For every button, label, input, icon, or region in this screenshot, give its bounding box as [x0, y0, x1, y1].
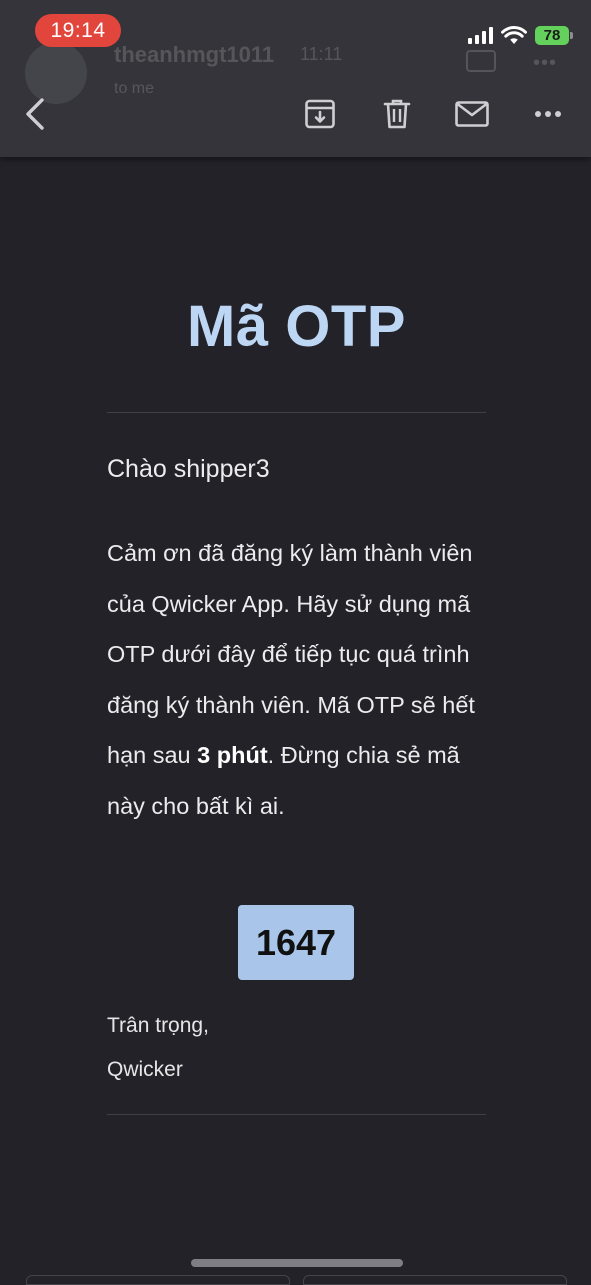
divider: [107, 412, 486, 413]
sent-time: 11:11: [300, 44, 343, 64]
divider: [107, 1114, 486, 1115]
signature: Qwicker: [107, 1058, 183, 1081]
wifi-icon: [501, 25, 527, 44]
expiry-duration: 3 phút: [197, 742, 268, 768]
otp-code: 1647: [238, 905, 354, 980]
more-options-button[interactable]: [526, 92, 570, 136]
mail-icon: [455, 101, 489, 127]
mark-unread-button[interactable]: [450, 92, 494, 136]
trash-icon: [383, 99, 411, 129]
email-title: Mã OTP: [187, 294, 406, 359]
battery-icon: 78: [535, 25, 573, 45]
back-icon: [26, 98, 44, 130]
reply-bar-left: [26, 1275, 290, 1285]
sender-name: theanhmgt1011: [114, 42, 275, 67]
signoff: Trân trọng,: [107, 1014, 209, 1037]
email-toolbar: theanhmgt1011 11:11 to me ••• 19:14 78: [0, 0, 591, 157]
status-time: 19:14: [35, 14, 121, 47]
cellular-signal-icon: [468, 26, 493, 44]
delete-button[interactable]: [375, 92, 419, 136]
status-indicators: 78: [468, 20, 573, 50]
archive-icon: [305, 99, 335, 129]
greeting: Chào shipper3: [107, 455, 270, 483]
archive-button[interactable]: [298, 92, 342, 136]
body-text-intro: Cảm ơn đã đăng ký làm thành viên của Qwi…: [107, 540, 475, 768]
reply-bar-right: [303, 1275, 567, 1285]
recipient-label: to me: [114, 80, 155, 97]
back-button[interactable]: [13, 92, 57, 136]
home-indicator[interactable]: [191, 1259, 403, 1267]
reply-icon: [466, 50, 496, 72]
more-dots-icon: •••: [533, 52, 558, 74]
email-body-text: Cảm ơn đã đăng ký làm thành viên của Qwi…: [107, 528, 489, 831]
more-icon: [535, 111, 561, 117]
